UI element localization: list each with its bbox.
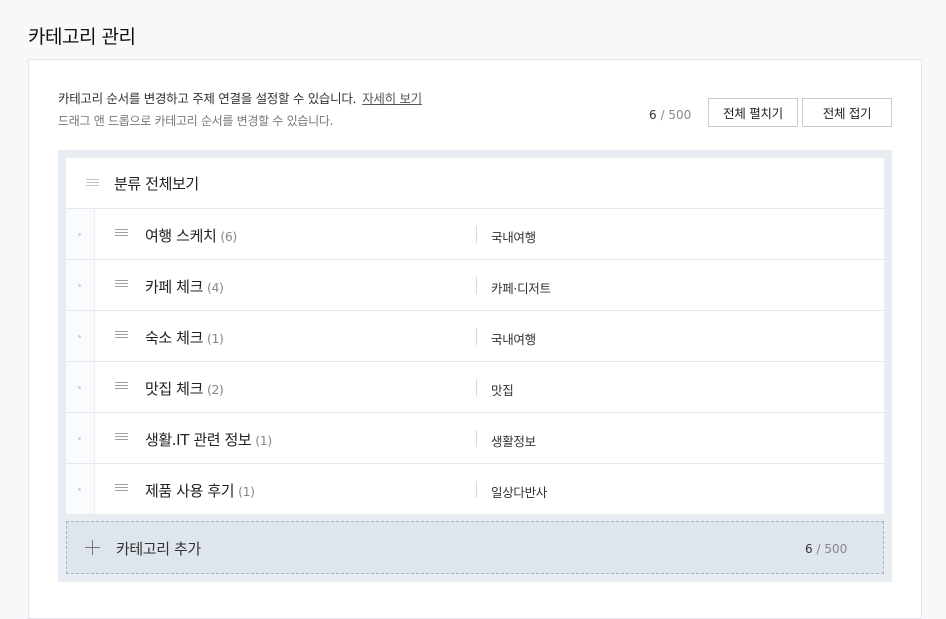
category-name-wrap: 숙소 체크 (1) xyxy=(145,327,224,348)
bullet-icon xyxy=(78,386,81,389)
category-row[interactable]: 생활.IT 관련 정보 (1) 생활정보 xyxy=(66,413,884,464)
drag-hint: 드래그 앤 드롭으로 카테고리 순서를 변경할 수 있습니다. xyxy=(58,114,334,128)
counter-current: 6 xyxy=(649,108,657,122)
counter-max: / 500 xyxy=(660,108,692,122)
bullet-icon xyxy=(78,233,81,236)
category-list: 여행 스케치 (6) 국내여행 카페 체크 (4) 카페·디저트 숙소 체크 (1) … xyxy=(66,209,884,515)
bullet-icon xyxy=(78,488,81,491)
page-title: 카테고리 관리 xyxy=(28,26,136,48)
category-name-wrap: 제품 사용 후기 (1) xyxy=(145,480,255,501)
divider xyxy=(476,328,477,345)
collapse-all-button[interactable]: 전체 접기 xyxy=(802,98,892,127)
plus-icon xyxy=(85,540,100,555)
add-counter-max: / 500 xyxy=(816,542,848,556)
divider xyxy=(476,379,477,396)
category-topic[interactable]: 생활정보 xyxy=(491,431,536,450)
description-text: 카테고리 순서를 변경하고 주제 연결을 설정할 수 있습니다. xyxy=(58,91,357,106)
row-gutter xyxy=(66,209,95,259)
add-category-counter: 6 / 500 xyxy=(805,542,847,556)
add-category-button[interactable]: 카테고리 추가 6 / 500 xyxy=(66,521,884,574)
category-topic[interactable]: 일상다반사 xyxy=(491,482,547,501)
category-row[interactable]: 카페 체크 (4) 카페·디저트 xyxy=(66,260,884,311)
category-row[interactable]: 숙소 체크 (1) 국내여행 xyxy=(66,311,884,362)
bullet-icon xyxy=(78,284,81,287)
category-name: 맛집 체크 xyxy=(145,380,203,398)
more-info-link[interactable]: 자세히 보기 xyxy=(362,91,422,106)
category-count: (1) xyxy=(206,331,224,346)
drag-handle-icon[interactable] xyxy=(115,280,128,290)
drag-handle-icon[interactable] xyxy=(86,179,99,189)
row-gutter xyxy=(66,260,95,310)
add-counter-current: 6 xyxy=(805,542,813,556)
divider xyxy=(476,481,477,498)
category-topic[interactable]: 카페·디저트 xyxy=(491,278,551,297)
root-category-label: 분류 전체보기 xyxy=(114,174,199,193)
drag-handle-icon[interactable] xyxy=(115,382,128,392)
category-name: 숙소 체크 xyxy=(145,329,203,347)
category-name-wrap: 여행 스케치 (6) xyxy=(145,225,237,246)
drag-handle-icon[interactable] xyxy=(115,433,128,443)
category-panel: 카테고리 순서를 변경하고 주제 연결을 설정할 수 있습니다. 자세히 보기 드… xyxy=(28,59,922,619)
category-count: (4) xyxy=(206,280,224,295)
category-count: (2) xyxy=(206,382,224,397)
category-tree: 분류 전체보기 여행 스케치 (6) 국내여행 카페 체크 (4) 카페·디저트 숙… xyxy=(58,150,892,582)
row-gutter xyxy=(66,413,95,463)
category-counter: 6 / 500 xyxy=(649,108,691,122)
category-topic[interactable]: 국내여행 xyxy=(491,227,536,246)
divider xyxy=(476,226,477,243)
drag-handle-icon[interactable] xyxy=(115,331,128,341)
category-name-wrap: 카페 체크 (4) xyxy=(145,276,224,297)
category-count: (1) xyxy=(255,433,272,448)
category-name: 카페 체크 xyxy=(145,278,203,296)
category-name-wrap: 맛집 체크 (2) xyxy=(145,378,224,399)
drag-handle-icon[interactable] xyxy=(115,229,128,239)
expand-all-button[interactable]: 전체 펼치기 xyxy=(708,98,798,127)
category-name: 제품 사용 후기 xyxy=(145,482,235,500)
category-count: (1) xyxy=(238,484,255,499)
divider xyxy=(476,277,477,294)
divider xyxy=(476,430,477,447)
category-topic[interactable]: 국내여행 xyxy=(491,329,536,348)
row-gutter xyxy=(66,362,95,412)
category-name-wrap: 생활.IT 관련 정보 (1) xyxy=(145,429,272,450)
row-gutter xyxy=(66,464,95,514)
category-count: (6) xyxy=(220,229,237,244)
category-row[interactable]: 여행 스케치 (6) 국내여행 xyxy=(66,209,884,260)
description: 카테고리 순서를 변경하고 주제 연결을 설정할 수 있습니다. 자세히 보기 xyxy=(58,88,422,107)
category-row[interactable]: 제품 사용 후기 (1) 일상다반사 xyxy=(66,464,884,515)
category-row[interactable]: 맛집 체크 (2) 맛집 xyxy=(66,362,884,413)
drag-handle-icon[interactable] xyxy=(115,484,128,494)
category-name: 생활.IT 관련 정보 xyxy=(145,431,252,449)
category-name: 여행 스케치 xyxy=(145,227,217,245)
bullet-icon xyxy=(78,437,81,440)
row-gutter xyxy=(66,311,95,361)
add-category-label: 카테고리 추가 xyxy=(116,540,201,558)
category-topic[interactable]: 맛집 xyxy=(491,380,514,399)
bullet-icon xyxy=(78,335,81,338)
root-category-row[interactable]: 분류 전체보기 xyxy=(66,158,884,209)
